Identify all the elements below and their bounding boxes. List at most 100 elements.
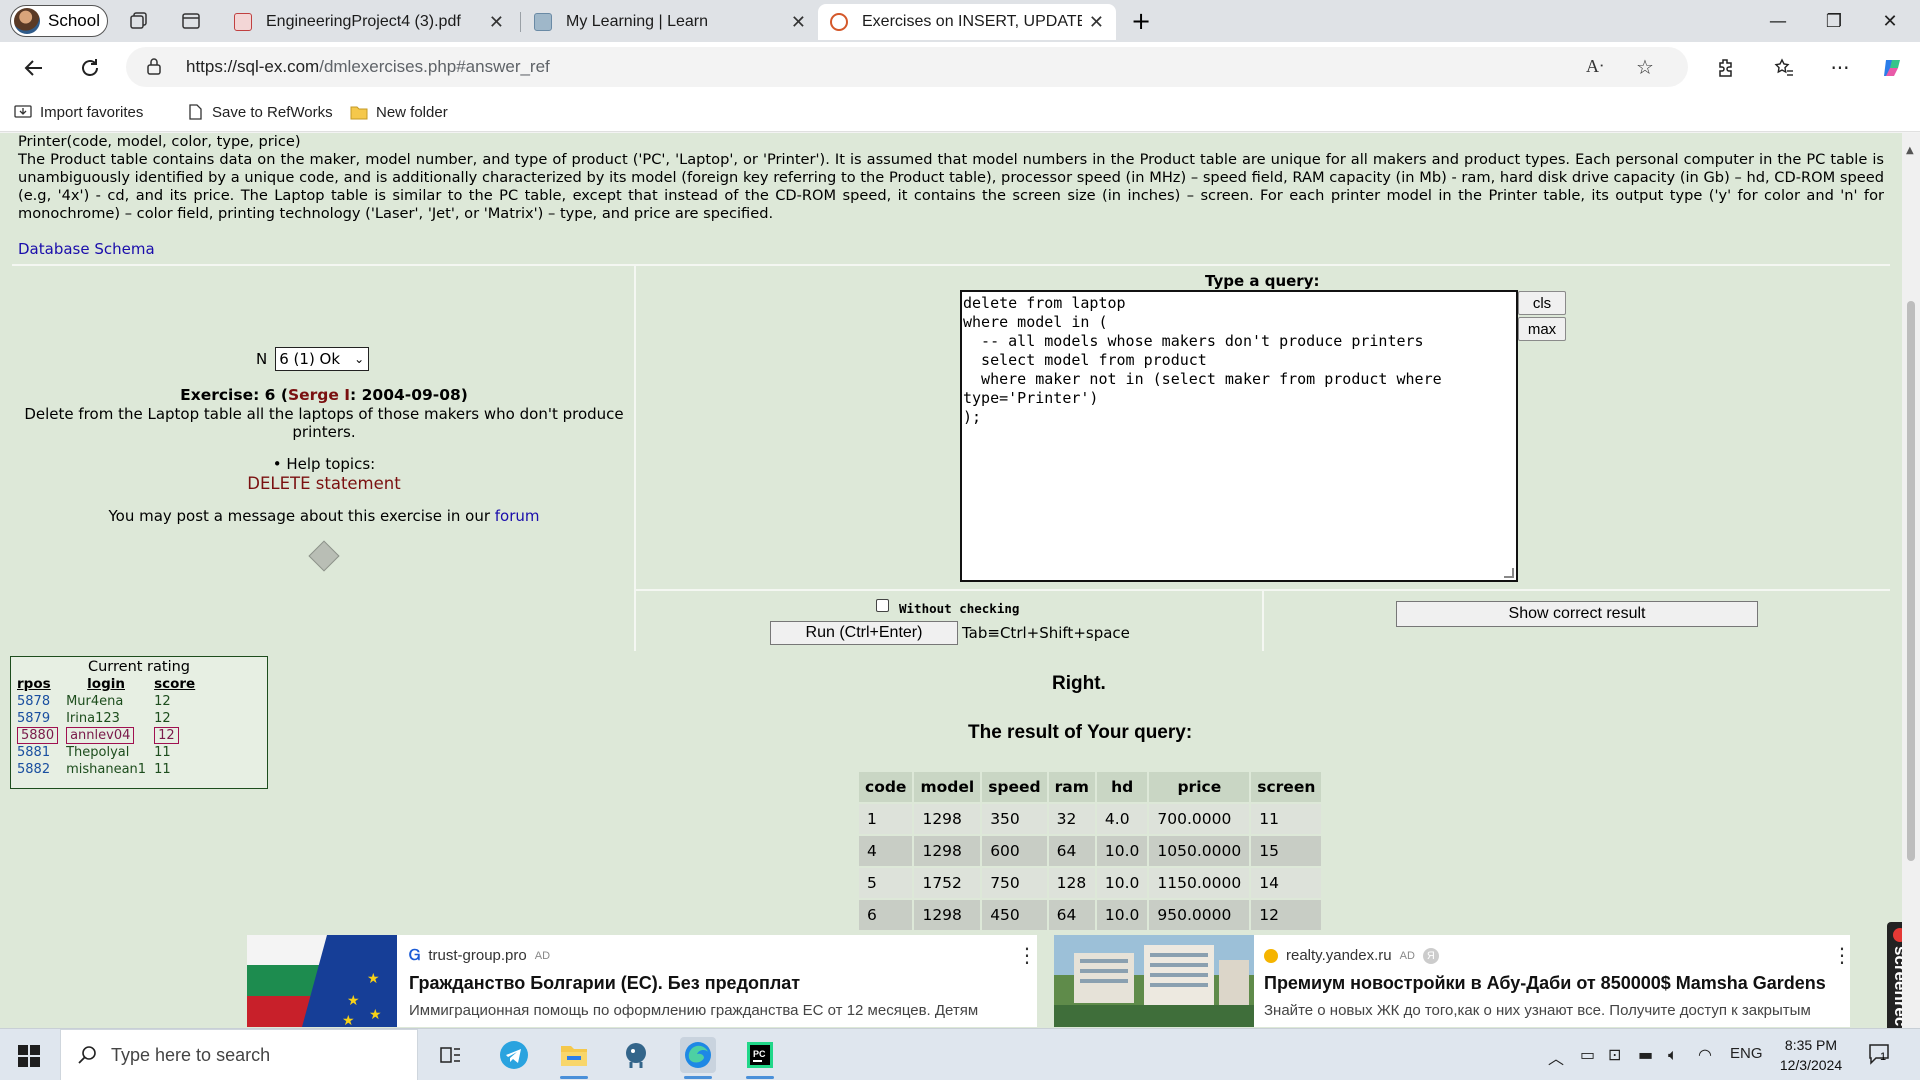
back-icon[interactable] [20, 54, 48, 82]
ad-banner-bulgaria[interactable]: ★ ★ ★ ★ Ꮐ trust-group.pro AD Гражданство… [247, 935, 1037, 1027]
database-schema-link[interactable]: Database Schema [18, 240, 155, 258]
pycharm-icon[interactable]: PC [742, 1037, 778, 1079]
import-favorites-button[interactable]: Import favorites [14, 100, 143, 124]
rating-row: 5878 Mur4ena 12 [13, 693, 199, 710]
page-scrollbar[interactable]: ▲ [1902, 133, 1920, 1028]
forum-text: You may post a message about this exerci… [108, 507, 495, 525]
ad-title[interactable]: Гражданство Болгарии (ЕС). Без предоплат [409, 973, 800, 994]
delete-statement-link[interactable]: DELETE statement [12, 474, 636, 493]
save-to-refworks-button[interactable]: Save to RefWorks [186, 100, 333, 124]
forum-link[interactable]: forum [495, 507, 540, 525]
rating-login[interactable]: Thepolyal [62, 744, 150, 761]
rating-pos: 5880 [13, 727, 62, 744]
ad-source-name[interactable]: realty.yandex.ru [1286, 947, 1392, 964]
workspaces-icon[interactable] [126, 8, 152, 34]
table-cell: 950.0000 [1149, 900, 1250, 930]
language-indicator[interactable]: ENG [1730, 1045, 1763, 1062]
notifications-icon[interactable]: 1 [1868, 1043, 1892, 1065]
profile-button[interactable]: School [10, 5, 108, 37]
table-row: 6 1298 450 64 10.0 950.0000 12 [859, 900, 1322, 930]
address-bar[interactable]: https://sql-ex.com/dmlexercises.php#answ… [126, 47, 1688, 87]
result-header: screen [1251, 772, 1322, 802]
description-text: The Product table contains data on the m… [18, 151, 1884, 222]
close-window-icon[interactable]: ✕ [1870, 6, 1910, 36]
restore-icon[interactable]: ❐ [1814, 6, 1854, 36]
device-icon[interactable]: ▭ [1580, 1045, 1595, 1064]
refresh-icon[interactable] [76, 54, 104, 82]
tab-hint: Tab≡Ctrl+Shift+space [962, 624, 1130, 642]
rating-score: 12 [154, 694, 171, 709]
without-checking-checkbox[interactable] [876, 599, 889, 612]
read-aloud-icon[interactable]: Aᐧ [1586, 56, 1604, 77]
extensions-icon[interactable] [1712, 54, 1740, 82]
meet-now-icon[interactable]: ⊡ [1608, 1045, 1621, 1064]
rating-row: 5879 Irina123 12 [13, 710, 199, 727]
query-textarea[interactable]: delete from laptop where model in ( -- a… [960, 290, 1518, 582]
table-row: 5 1752 750 128 10.0 1150.0000 14 [859, 868, 1322, 898]
rating-header[interactable]: score [150, 675, 199, 693]
result-status: Right. [1052, 673, 1106, 694]
cls-button[interactable]: cls [1518, 291, 1566, 315]
edge-browser-icon[interactable] [680, 1037, 716, 1079]
lock-icon[interactable] [146, 57, 162, 79]
ad-menu-icon[interactable]: ⋮ [1017, 943, 1037, 967]
rating-header[interactable]: login [62, 675, 150, 693]
url-text[interactable]: https://sql-ex.com/dmlexercises.php#answ… [186, 57, 550, 77]
rating-login[interactable]: Mur4ena [62, 693, 150, 710]
postgresql-icon[interactable] [618, 1037, 654, 1073]
windows-start-icon[interactable] [18, 1045, 40, 1067]
close-tab-icon[interactable]: ✕ [791, 12, 806, 33]
search-icon [78, 1046, 96, 1064]
battery-icon[interactable]: ▬ [1638, 1045, 1653, 1064]
without-checking-option[interactable]: Without checking [876, 599, 1019, 616]
ad-title[interactable]: Премиум новостройки в Абу-Даби от 850000… [1264, 973, 1826, 994]
result-header: price [1149, 772, 1250, 802]
taskbar: Type here to search PC ︿ ▭ ⊡ ▬ 🔈︎ ◠ ENG … [0, 1028, 1920, 1080]
rating-header[interactable]: rpos [13, 675, 62, 693]
schema-description: Printer(code, model, color, type, price)… [18, 133, 1884, 223]
rating-title: Current rating [87, 659, 191, 675]
resize-handle[interactable] [1504, 568, 1514, 578]
favorite-star-icon[interactable]: ☆ [1636, 55, 1654, 79]
avatar [14, 8, 40, 34]
new-tab-button[interactable]: + [1128, 7, 1154, 35]
more-options-icon[interactable]: ··· [1826, 54, 1854, 82]
volume-icon[interactable]: 🔈︎ [1668, 1045, 1678, 1065]
favorites-icon[interactable] [1770, 54, 1798, 82]
telegram-icon[interactable] [496, 1037, 532, 1073]
max-button[interactable]: max [1518, 317, 1566, 341]
tab-exercises[interactable]: Exercises on INSERT, UPDATE, DEL ✕ [818, 4, 1116, 40]
task-view-icon[interactable] [432, 1037, 468, 1073]
tab-label: EngineeringProject4 (3).pdf [266, 13, 461, 30]
tab-pdf[interactable]: EngineeringProject4 (3).pdf ✕ [222, 4, 516, 40]
exercise-title: Exercise: 6 (Serge I: 2004-09-08) [12, 386, 636, 404]
tab-learn[interactable]: My Learning | Learn ✕ [522, 4, 818, 40]
ad-menu-icon[interactable]: ⋮ [1832, 943, 1850, 967]
rating-login[interactable]: annlev04 [62, 727, 150, 744]
exercise-dropdown[interactable]: 6 (1) Ok ⌄ [275, 347, 370, 371]
scroll-up-icon[interactable]: ▲ [1906, 145, 1914, 156]
table-cell: 1150.0000 [1149, 868, 1250, 898]
tray-chevron-up-icon[interactable]: ︿ [1548, 1045, 1564, 1069]
rating-login[interactable]: Irina123 [62, 710, 150, 727]
ad-subtitle: Знайте о новых ЖК до того,как о них узна… [1264, 1002, 1811, 1019]
ad-banner-realty[interactable]: realty.yandex.ru AD Я Премиум новостройк… [1054, 935, 1850, 1027]
minimize-icon[interactable]: — [1758, 6, 1798, 36]
run-button[interactable]: Run (Ctrl+Enter) [770, 621, 958, 645]
taskbar-clock[interactable]: 8:35 PM 12/3/2024 [1766, 1035, 1856, 1075]
tab-actions-icon[interactable] [178, 8, 204, 34]
chevron-down-icon: ⌄ [354, 352, 365, 366]
close-tab-icon[interactable]: ✕ [489, 12, 504, 33]
file-explorer-icon[interactable] [556, 1037, 592, 1079]
taskbar-search-box[interactable]: Type here to search [60, 1029, 418, 1080]
table-cell: 700.0000 [1149, 804, 1250, 834]
ad-source-name[interactable]: trust-group.pro [428, 947, 526, 964]
rating-login[interactable]: mishanean1 [62, 761, 150, 778]
scrollbar-thumb[interactable] [1907, 301, 1915, 861]
wifi-icon[interactable]: ◠ [1698, 1045, 1712, 1064]
new-folder-button[interactable]: New folder [350, 100, 448, 124]
close-tab-icon[interactable]: ✕ [1089, 12, 1104, 33]
copilot-icon[interactable] [1878, 54, 1906, 82]
ad-source: Ꮐ trust-group.pro AD [409, 947, 550, 964]
show-correct-result-button[interactable]: Show correct result [1396, 601, 1758, 627]
